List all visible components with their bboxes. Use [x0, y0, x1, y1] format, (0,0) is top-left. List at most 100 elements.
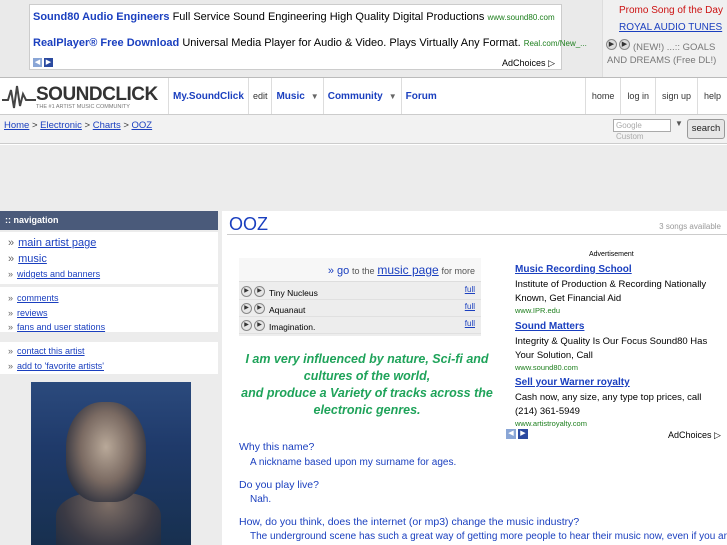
play-icon[interactable]: ▶	[241, 320, 252, 331]
sidebar-item-main-artist-page[interactable]: » main artist page	[8, 237, 96, 249]
search-input[interactable]: Google Custom	[613, 119, 671, 141]
sidebar-link[interactable]: fans and user stations	[17, 322, 105, 332]
sidebar-link[interactable]: main artist page	[18, 237, 96, 249]
play-icon[interactable]: ▶	[241, 303, 252, 314]
sidebar-link[interactable]: reviews	[17, 308, 48, 318]
nav-forum[interactable]: Forum	[400, 78, 441, 114]
next-arrow-icon[interactable]: ▶	[518, 429, 528, 439]
full-song-link[interactable]: full	[465, 285, 475, 294]
song-name: Imagination.	[269, 322, 316, 332]
ad-title[interactable]: Sound80 Audio Engineers	[33, 11, 170, 23]
adchoices-label: AdChoices	[502, 58, 546, 68]
promo-song-box: Promo Song of the Day ROYAL AUDIO TUNES …	[602, 0, 727, 77]
chevron-down-icon: ▼	[388, 91, 397, 101]
promo-song-title[interactable]: (NEW!) ...:: GOALS AND DREAMS (Free DL!)	[607, 41, 727, 67]
help-link[interactable]: help	[696, 78, 727, 114]
login-link[interactable]: log in	[620, 78, 655, 114]
artist-title-bar: OOZ 3 songs available	[227, 213, 727, 235]
soundclick-logo[interactable]: SOUNDCLICK THE #1 ARTIST MUSIC COMMUNITY	[2, 82, 164, 112]
side-ad[interactable]: Sell your Warner royalty Cash now, any s…	[515, 377, 725, 428]
artist-photo[interactable]	[31, 382, 191, 545]
full-song-link[interactable]: full	[465, 302, 475, 311]
play-icon[interactable]: ▶	[241, 286, 252, 297]
bullet: »	[8, 322, 14, 332]
interview-question: Do you play live?	[239, 479, 319, 491]
nav-label: Community	[327, 90, 383, 102]
breadcrumb-artist[interactable]: OOZ	[132, 120, 153, 131]
page-title: OOZ	[229, 214, 268, 234]
prev-arrow-icon[interactable]: ◀	[506, 429, 516, 439]
breadcrumb-charts[interactable]: Charts	[93, 120, 121, 131]
nav-music[interactable]: Music ▼	[271, 78, 322, 114]
nav-my-soundclick[interactable]: My.SoundClick	[168, 78, 248, 114]
main-nav: My.SoundClick edit Music ▼ Community ▼ For…	[168, 78, 441, 114]
to-the-label: to the	[352, 266, 375, 276]
full-song-link[interactable]: full	[465, 319, 475, 328]
promo-heading: Promo Song of the Day	[619, 5, 723, 16]
ad-description: Full Service Sound Engineering High Qual…	[172, 11, 485, 23]
bullet: »	[8, 253, 15, 265]
ad-url[interactable]: www.sound80.com	[515, 363, 725, 372]
play-full-icon[interactable]: ▶	[254, 286, 265, 297]
breadcrumb-separator: >	[29, 120, 41, 131]
prev-arrow-icon[interactable]: ◀	[33, 58, 42, 67]
sidebar-item-fans[interactable]: » fans and user stations	[8, 322, 105, 332]
next-arrow-icon[interactable]: ▶	[44, 58, 53, 67]
sidebar: :: navigation » main artist page » music »…	[0, 211, 222, 545]
breadcrumb-genre[interactable]: Electronic	[40, 120, 82, 131]
ad-title[interactable]: Sound Matters	[515, 321, 725, 332]
ad-url[interactable]: www.IPR.edu	[515, 306, 725, 315]
logo-wordmark: SOUNDCLICK	[36, 84, 158, 105]
site-header: SOUNDCLICK THE #1 ARTIST MUSIC COMMUNITY…	[0, 77, 727, 115]
quote-line: cultures of the world,	[303, 369, 431, 383]
sidebar-link[interactable]: comments	[17, 293, 59, 303]
ad-url[interactable]: Real.com/New_...	[524, 39, 587, 48]
sidebar-item-contact[interactable]: » contact this artist	[8, 346, 85, 356]
quote-line: I am very influenced by nature, Sci-fi a…	[245, 352, 489, 366]
sidebar-link[interactable]: music	[18, 253, 47, 265]
music-page-link[interactable]: music page	[377, 263, 438, 277]
search-button[interactable]: search	[687, 119, 725, 139]
breadcrumb-separator: >	[81, 120, 93, 131]
sidebar-link[interactable]: widgets and banners	[17, 269, 100, 279]
ad-title[interactable]: Music Recording School	[515, 264, 725, 275]
songs-count: 3 songs available	[659, 222, 721, 231]
sidebar-link[interactable]: add to 'favorite artists'	[17, 361, 104, 371]
song-row: ▶ ▶ Tiny Nucleus full	[239, 284, 481, 300]
sidebar-item-reviews[interactable]: » reviews	[8, 308, 48, 318]
ad-url[interactable]: www.artistroyalty.com	[515, 419, 725, 428]
music-page-link-bar: » go to the music page for more	[239, 258, 481, 282]
nav-edit[interactable]: edit	[247, 78, 272, 114]
sidebar-item-music[interactable]: » music	[8, 253, 47, 265]
breadcrumb-home[interactable]: Home	[4, 120, 29, 131]
play-full-icon[interactable]: ▶	[254, 320, 265, 331]
promo-artist-link[interactable]: ROYAL AUDIO TUNES	[619, 22, 722, 33]
top-ad-bar: Sound80 Audio Engineers Full Service Sou…	[0, 0, 727, 77]
chevron-down-icon[interactable]: ▼	[675, 119, 683, 128]
ad-description: Integrity & Quality Is Our Focus Sound80…	[515, 336, 708, 361]
sidebar-item-favorite[interactable]: » add to 'favorite artists'	[8, 361, 104, 371]
interview-question: How, do you think, does the internet (or…	[239, 516, 580, 528]
side-ad[interactable]: Music Recording School Institute of Prod…	[515, 264, 725, 315]
adchoices-link[interactable]: AdChoices ▷	[668, 430, 721, 441]
nav-community[interactable]: Community ▼	[322, 78, 401, 114]
ad-url[interactable]: www.sound80.com	[487, 13, 554, 22]
home-link[interactable]: home	[584, 78, 621, 114]
play-full-icon[interactable]: ▶	[254, 303, 265, 314]
breadcrumb-bar: Home > Electronic > Charts > OOZ Google …	[0, 115, 727, 144]
ad-link-sound80[interactable]: Sound80 Audio Engineers Full Service Sou…	[33, 11, 555, 23]
song-player-box: » go to the music page for more ▶ ▶ Tiny…	[239, 258, 481, 336]
ad-link-realplayer[interactable]: RealPlayer® Free Download Universal Medi…	[33, 37, 587, 49]
adchoices-link[interactable]: AdChoices ▷	[502, 58, 555, 69]
quote-line: electronic genres.	[313, 403, 421, 417]
side-ad[interactable]: Sound Matters Integrity & Quality Is Our…	[515, 321, 725, 372]
sidebar-link[interactable]: contact this artist	[17, 346, 85, 356]
ad-title[interactable]: RealPlayer® Free Download	[33, 37, 179, 49]
sidebar-item-widgets[interactable]: » widgets and banners	[8, 269, 100, 279]
bullet: »	[8, 237, 15, 249]
ad-title[interactable]: Sell your Warner royalty	[515, 377, 725, 388]
signup-link[interactable]: sign up	[654, 78, 697, 114]
quote-line: and produce a Variety of tracks across t…	[241, 386, 493, 400]
nav-label: Music	[276, 90, 305, 102]
sidebar-item-comments[interactable]: » comments	[8, 293, 59, 303]
